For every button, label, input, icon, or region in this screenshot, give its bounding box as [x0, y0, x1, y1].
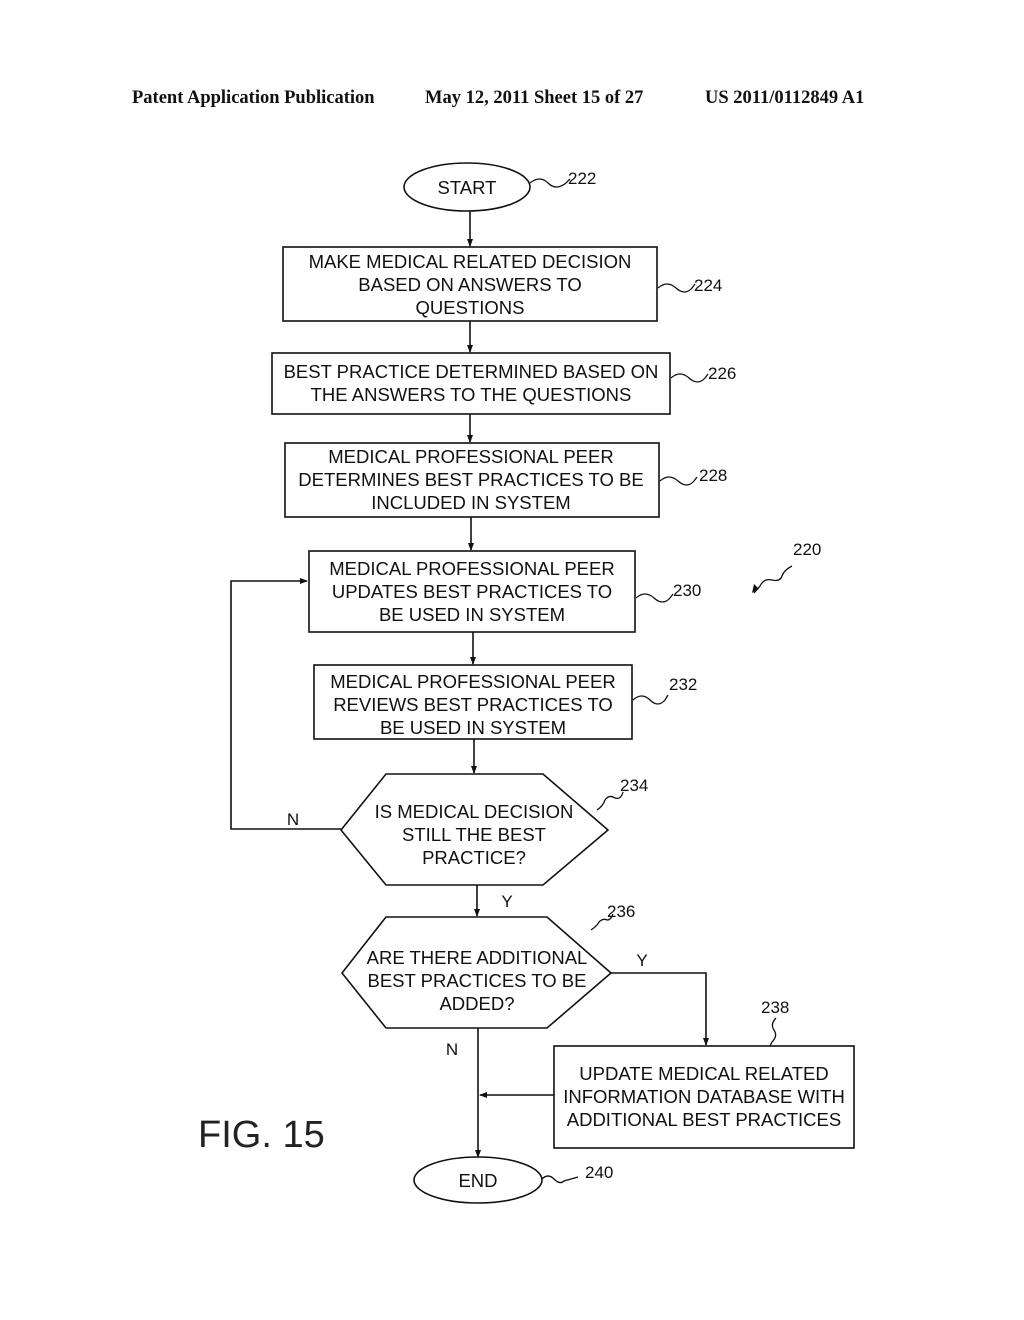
box-224-line-1: MAKE MEDICAL RELATED DECISION — [309, 251, 632, 272]
label-236-yes: Y — [636, 951, 647, 970]
flowchart: START 222 MAKE MEDICAL RELATED DECISION … — [198, 162, 855, 1204]
label-234-yes: Y — [501, 892, 512, 911]
box-226-line-2: THE ANSWERS TO THE QUESTIONS — [311, 384, 632, 405]
box-228-line-3: INCLUDED IN SYSTEM — [371, 492, 570, 513]
arrow-236-yes — [611, 972, 709, 1046]
box-226-line-1: BEST PRACTICE DETERMINED BASED ON — [284, 361, 659, 382]
process-box-228: MEDICAL PROFESSIONAL PEER DETERMINES BES… — [284, 442, 660, 518]
process-box-232: MEDICAL PROFESSIONAL PEER REVIEWS BEST P… — [313, 664, 633, 740]
ref-240: 240 — [585, 1163, 613, 1182]
label-234-no: N — [287, 810, 299, 829]
ref-232: 232 — [669, 675, 697, 694]
decision-236-line-1: ARE THERE ADDITIONAL — [367, 947, 588, 968]
box-230-line-1: MEDICAL PROFESSIONAL PEER — [329, 558, 614, 579]
decision-236: ARE THERE ADDITIONAL BEST PRACTICES TO B… — [340, 916, 613, 1029]
process-box-238: UPDATE MEDICAL RELATED INFORMATION DATAB… — [553, 1045, 855, 1149]
box-238-line-2: INFORMATION DATABASE WITH — [563, 1086, 845, 1107]
decision-234-line-2: STILL THE BEST — [402, 824, 546, 845]
figure-ref-pointer — [753, 565, 793, 594]
box-232-line-2: REVIEWS BEST PRACTICES TO — [333, 694, 613, 715]
figure-ref-220: 220 — [793, 540, 821, 559]
process-box-230: MEDICAL PROFESSIONAL PEER UPDATES BEST P… — [308, 550, 636, 633]
decision-234-line-1: IS MEDICAL DECISION — [375, 801, 574, 822]
box-232-line-3: BE USED IN SYSTEM — [380, 717, 566, 738]
start-text: START — [438, 177, 497, 198]
decision-234-line-3: PRACTICE? — [422, 847, 526, 868]
end-text: END — [458, 1170, 497, 1191]
start-terminal: START — [403, 162, 531, 212]
ref-224: 224 — [694, 276, 722, 295]
ref-238: 238 — [761, 998, 789, 1017]
box-230-line-3: BE USED IN SYSTEM — [379, 604, 565, 625]
box-224-line-2: BASED ON ANSWERS TO — [358, 274, 581, 295]
ref-228: 228 — [699, 466, 727, 485]
end-terminal: END — [413, 1156, 543, 1204]
box-238-line-1: UPDATE MEDICAL RELATED — [579, 1063, 828, 1084]
box-232-line-1: MEDICAL PROFESSIONAL PEER — [330, 671, 615, 692]
process-box-226: BEST PRACTICE DETERMINED BASED ON THE AN… — [271, 352, 671, 415]
decision-236-line-2: BEST PRACTICES TO BE — [368, 970, 587, 991]
box-228-line-2: DETERMINES BEST PRACTICES TO BE — [298, 469, 643, 490]
ref-234: 234 — [620, 776, 648, 795]
box-230-line-2: UPDATES BEST PRACTICES TO — [332, 581, 612, 602]
process-box-224: MAKE MEDICAL RELATED DECISION BASED ON A… — [282, 246, 658, 322]
ref-222: 222 — [568, 169, 596, 188]
ref-230: 230 — [673, 581, 701, 600]
box-224-line-3: QUESTIONS — [416, 297, 525, 318]
box-238-line-3: ADDITIONAL BEST PRACTICES — [567, 1109, 841, 1130]
ref-226: 226 — [708, 364, 736, 383]
ref-236: 236 — [607, 902, 635, 921]
figure-label: FIG. 15 — [198, 1114, 325, 1156]
box-228-line-1: MEDICAL PROFESSIONAL PEER — [328, 446, 613, 467]
label-236-no: N — [446, 1040, 458, 1059]
decision-236-line-3: ADDED? — [439, 993, 514, 1014]
decision-234: IS MEDICAL DECISION STILL THE BEST PRACT… — [339, 773, 610, 886]
